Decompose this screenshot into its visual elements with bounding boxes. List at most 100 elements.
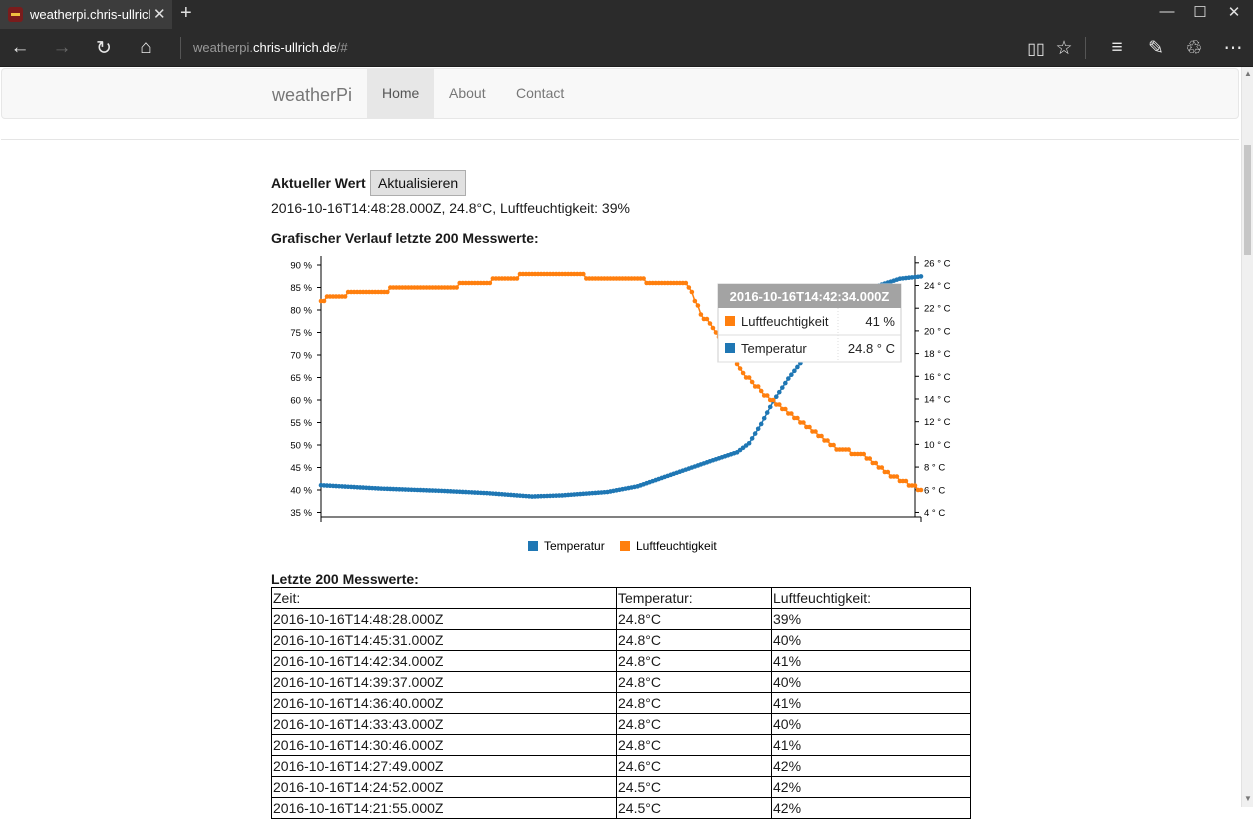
minimize-icon[interactable]: — bbox=[1157, 3, 1177, 20]
data-point bbox=[514, 276, 520, 281]
brand-link[interactable]: weatherPi bbox=[272, 85, 352, 106]
left-axis-tick-label: 60 % bbox=[290, 396, 312, 407]
data-point bbox=[879, 465, 885, 470]
right-axis-tick-label: 6 ° C bbox=[924, 485, 945, 496]
current-value-text: 2016-10-16T14:48:28.000Z, 24.8°C, Luftfe… bbox=[271, 200, 630, 216]
scroll-up-icon[interactable]: ▲ bbox=[1244, 69, 1252, 78]
data-point bbox=[758, 388, 764, 394]
current-value-heading: Aktueller Wert bbox=[271, 175, 366, 191]
data-point bbox=[761, 415, 767, 421]
data-point bbox=[807, 424, 812, 430]
legend-swatch bbox=[528, 541, 538, 551]
data-point bbox=[746, 440, 752, 446]
temperature-cell: 24.8°C bbox=[616, 650, 772, 672]
humidity-cell: 40% bbox=[771, 671, 971, 693]
web-note-icon[interactable]: ✎ bbox=[1144, 37, 1168, 60]
left-axis-tick-label: 65 % bbox=[290, 373, 312, 384]
new-tab-icon[interactable]: + bbox=[180, 2, 192, 25]
data-point bbox=[641, 276, 646, 281]
forward-icon[interactable]: → bbox=[50, 37, 74, 59]
column-header-humidity: Luftfeuchtigkeit: bbox=[771, 587, 971, 609]
legend-label: Temperatur bbox=[544, 539, 605, 553]
data-point bbox=[767, 404, 773, 410]
browser-tab[interactable]: weatherpi.chris-ullrich.de ✕ bbox=[0, 0, 172, 29]
data-point bbox=[758, 421, 764, 427]
refresh-button[interactable]: Aktualisieren bbox=[370, 170, 467, 196]
time-cell: 2016-10-16T14:33:43.000Z bbox=[271, 713, 617, 735]
data-point bbox=[813, 429, 818, 434]
data-point bbox=[581, 271, 586, 277]
data-point bbox=[454, 285, 459, 290]
time-cell: 2016-10-16T14:30:46.000Z bbox=[271, 734, 617, 756]
data-point bbox=[342, 294, 348, 299]
time-cell: 2016-10-16T14:42:34.000Z bbox=[271, 650, 617, 672]
share-icon[interactable]: ♲ bbox=[1182, 37, 1206, 60]
legend-label: Luftfeuchtigkeit bbox=[636, 539, 717, 553]
nav-contact[interactable]: Contact bbox=[501, 69, 579, 118]
reading-view-icon[interactable]: ▯▯ bbox=[1024, 39, 1048, 59]
data-point bbox=[912, 483, 918, 488]
humidity-cell: 40% bbox=[771, 713, 971, 735]
data-point bbox=[789, 411, 794, 416]
nav-about[interactable]: About bbox=[434, 69, 501, 118]
tooltip-series-value: 24.8 ° C bbox=[848, 341, 895, 356]
back-icon[interactable]: ← bbox=[8, 37, 32, 59]
close-window-icon[interactable]: ✕ bbox=[1224, 3, 1244, 21]
data-point bbox=[740, 370, 746, 376]
right-axis-tick-label: 16 ° C bbox=[924, 372, 951, 383]
table-header-row: Zeit: Temperatur: Luftfeuchtigkeit: bbox=[271, 587, 971, 609]
time-cell: 2016-10-16T14:45:31.000Z bbox=[271, 629, 617, 651]
data-point bbox=[707, 321, 713, 326]
history-chart: 35 % 40 % 45 % 50 % 55 % 60 % 65 % 70 % 75 % 80 %… bbox=[290, 256, 951, 553]
page-scrollbar[interactable]: ▲ ▼ bbox=[1241, 67, 1253, 807]
data-point bbox=[755, 426, 761, 432]
data-point bbox=[819, 433, 824, 439]
tooltip-series-value: 41 % bbox=[865, 314, 895, 329]
data-point bbox=[846, 447, 851, 452]
address-suffix: /# bbox=[336, 40, 348, 55]
right-axis-tick-label: 8 ° C bbox=[924, 463, 945, 474]
tooltip-swatch bbox=[725, 316, 735, 326]
tooltip-series-name: Temperatur bbox=[741, 341, 807, 356]
right-axis-tick-label: 22 ° C bbox=[924, 304, 951, 315]
nav-home[interactable]: Home bbox=[367, 69, 435, 118]
measurements-table: Zeit: Temperatur: Luftfeuchtigkeit: 2016… bbox=[271, 587, 971, 819]
address-prefix: weatherpi. bbox=[193, 40, 253, 55]
data-point bbox=[683, 280, 689, 286]
address-bar[interactable]: weatherpi.chris-ullrich.de/# bbox=[193, 40, 348, 55]
right-axis-tick-label: 20 ° C bbox=[924, 326, 951, 337]
data-point bbox=[795, 364, 800, 370]
temperature-cell: 24.5°C bbox=[616, 797, 772, 819]
data-point bbox=[786, 376, 791, 381]
data-point bbox=[894, 474, 900, 479]
data-point bbox=[770, 397, 776, 403]
close-tab-icon[interactable]: ✕ bbox=[153, 5, 166, 23]
legend-swatch bbox=[620, 541, 630, 551]
data-point bbox=[686, 285, 692, 290]
refresh-icon[interactable]: ↻ bbox=[92, 37, 116, 60]
hub-icon[interactable]: ≡ bbox=[1105, 37, 1129, 59]
humidity-cell: 42% bbox=[771, 797, 971, 819]
divider bbox=[1, 139, 1239, 140]
data-point bbox=[873, 460, 879, 466]
data-point bbox=[885, 469, 891, 475]
scroll-down-icon[interactable]: ▼ bbox=[1244, 794, 1252, 803]
temperature-cell: 24.5°C bbox=[616, 776, 772, 798]
right-axis-tick-label: 24 ° C bbox=[924, 281, 951, 292]
time-cell: 2016-10-16T14:48:28.000Z bbox=[271, 608, 617, 630]
more-icon[interactable]: ⋯ bbox=[1221, 37, 1245, 60]
data-point bbox=[710, 325, 716, 331]
right-axis-tick-label: 4 ° C bbox=[924, 508, 945, 519]
data-point bbox=[776, 402, 782, 407]
toolbar-divider bbox=[1085, 37, 1086, 59]
scrollbar-thumb[interactable] bbox=[1244, 145, 1251, 255]
maximize-icon[interactable]: ☐ bbox=[1190, 3, 1210, 21]
humidity-cell: 40% bbox=[771, 629, 971, 651]
table-row: 2016-10-16T14:48:28.000Z 24.8°C 39% bbox=[271, 608, 971, 630]
favorite-star-icon[interactable]: ☆ bbox=[1052, 37, 1076, 60]
home-icon[interactable]: ⌂ bbox=[134, 37, 158, 59]
page: weatherPi Home About Contact Aktueller W… bbox=[0, 67, 1241, 819]
table-row: 2016-10-16T14:33:43.000Z 24.8°C 40% bbox=[271, 713, 971, 735]
data-point bbox=[704, 316, 710, 322]
table-row: 2016-10-16T14:30:46.000Z 24.8°C 41% bbox=[271, 734, 971, 756]
